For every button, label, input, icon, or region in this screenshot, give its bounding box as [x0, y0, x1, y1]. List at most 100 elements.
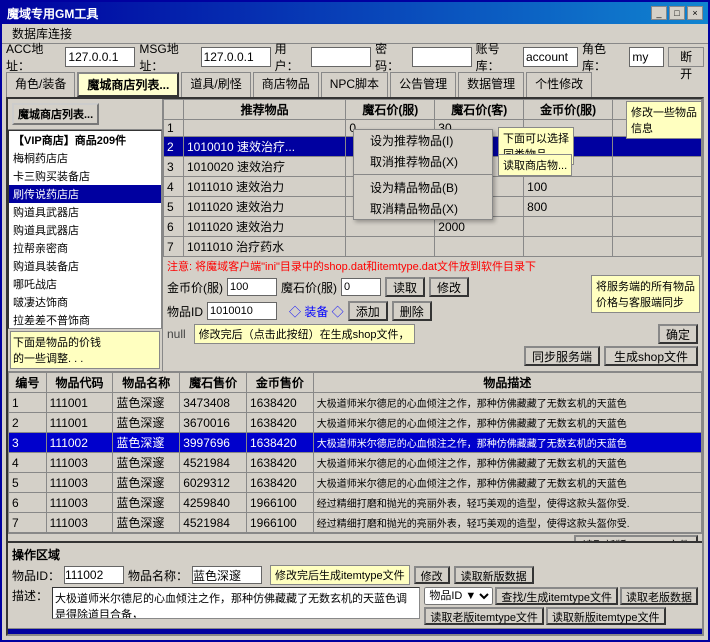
annotation-generate: 修改完后（点击此按纽）在生成shop文件， [194, 324, 415, 344]
op-row-1: 物品ID： 物品名称： 修改完后生成itemtype文件 修改 读取新版数据 [12, 565, 698, 585]
context-menu-item-4[interactable]: 取消精品物品(X) [354, 198, 492, 219]
maximize-button[interactable]: □ [669, 6, 685, 20]
table-row[interactable]: 6 111003 蓝色深邃 4259840 1966100 经过精细打磨和抛光的… [9, 493, 702, 513]
item-name-op-label: 物品名称： [128, 567, 188, 584]
list-item[interactable]: 拉帮亲密商 [9, 239, 161, 257]
read-new-data-button[interactable]: 读取新版数据 [454, 566, 534, 584]
annotation-sync: 将服务端的所有物品价格与客服端同步 [591, 275, 700, 313]
user-input[interactable] [311, 47, 371, 67]
tab-character[interactable]: 角色/装备 [6, 72, 75, 97]
confirm-button[interactable]: 确定 [658, 324, 698, 344]
list-item[interactable]: 卡三购买装备店 [9, 167, 161, 185]
magic-price-input[interactable] [341, 278, 381, 296]
list-item[interactable]: 拉差差不普饰商 [9, 311, 161, 329]
read-itemtype-row: 读取新版itemtype文件 [8, 533, 702, 541]
col-magic-c: 魔石价(客) [435, 100, 524, 120]
msg-input[interactable] [201, 47, 271, 67]
context-menu-item-1[interactable]: 设为推荐物品(I) [354, 130, 492, 151]
db-label: 账号库： [476, 40, 519, 74]
col-gold-s: 金币价(服) [524, 100, 613, 120]
table-row[interactable]: 4 111003 蓝色深邃 4521984 1638420 大极道师米尔德尼的心… [9, 453, 702, 473]
acc-input[interactable] [65, 47, 135, 67]
pwd-input[interactable] [412, 47, 472, 67]
context-menu-separator [354, 174, 492, 175]
item-id-select[interactable]: 物品ID ▼ [424, 587, 493, 605]
list-item[interactable]: 啵凄达饰商 [9, 293, 161, 311]
desc-text: 大极道师米尔德尼的心血倾注之作，那种仿佛藏藏了无数玄机的天蓝色调是得除道目合备， [52, 587, 420, 619]
shop-list-button[interactable]: 魔城商店列表... [12, 103, 99, 125]
delete-button[interactable]: 删除 [392, 301, 432, 321]
item-name-op-input[interactable] [192, 566, 262, 584]
tab-items[interactable]: 道具/刷怪 [181, 72, 250, 97]
gold-price-input[interactable] [227, 278, 277, 296]
close-button[interactable]: × [687, 6, 703, 20]
role-input[interactable] [629, 47, 664, 67]
annotation-modify-items: 修改一些物品信息 [626, 101, 702, 139]
item-id-input[interactable] [207, 302, 277, 320]
list-item[interactable]: 购道具武器店 [9, 221, 161, 239]
op-buttons-col: 物品ID ▼ 查找/生成itemtype文件 读取老版数据 读取老版itemty… [424, 587, 698, 625]
minimize-button[interactable]: _ [651, 6, 667, 20]
col-num-h: 编号 [9, 373, 47, 393]
find-generate-button[interactable]: 查找/生成itemtype文件 [495, 587, 618, 605]
col-desc-h: 物品描述 [313, 373, 701, 393]
modify-button[interactable]: 修改 [429, 277, 469, 297]
col-name-h: 物品名称 [113, 373, 180, 393]
list-item[interactable]: 梅桐药店店 [9, 149, 161, 167]
item-id-op-input[interactable] [64, 566, 124, 584]
list-item[interactable]: 刷传说药店店 [9, 185, 161, 203]
generate-shop-button[interactable]: 生成shop文件 [604, 346, 698, 366]
read-button[interactable]: 读取 [385, 277, 425, 297]
tab-shop-items[interactable]: 商店物品 [253, 72, 319, 97]
role-label: 角色库： [582, 40, 625, 74]
read-new-itemtype2-button[interactable]: 读取新版itemtype文件 [546, 607, 666, 625]
tabs-row: 角色/装备 魔城商店列表... 道具/刷怪 商店物品 NPC脚本 公告管理 数据… [2, 70, 708, 97]
title-bar: 魔域专用GM工具 _ □ × [2, 2, 708, 24]
shop-list[interactable]: 【VIP商店】商品209件 梅桐药店店 卡三购买装备店 刷传说药店店 购道具武器… [8, 130, 162, 329]
table-row[interactable]: 3 111002 蓝色深邃 3997696 1638420 大极道师米尔德尼的心… [9, 433, 702, 453]
operation-label: 操作区域 [12, 546, 698, 563]
context-menu-item-2[interactable]: 取消推荐物品(X) [354, 151, 492, 172]
table-row[interactable]: 7 1011010 治疗药水 [164, 237, 702, 257]
desc-label: 描述： [12, 587, 48, 604]
annotation-read-shop: 读取商店物... [498, 154, 572, 176]
shop-list-panel: 魔城商店列表... 【VIP商店】商品209件 梅桐药店店 卡三购买装备店 刷传… [8, 99, 163, 371]
col-magic-s: 魔石价(服) [346, 100, 435, 120]
col-gold-h: 金币售价 [246, 373, 313, 393]
magic-price-label: 魔石价(服) [281, 279, 337, 296]
table-row[interactable]: 7 111003 蓝色深邃 4521984 1966100 经过精细打磨和抛光的… [9, 513, 702, 533]
tab-shop-list[interactable]: 魔城商店列表... [77, 72, 179, 97]
user-label: 用户： [275, 40, 308, 74]
disconnect-button[interactable]: 断开 [668, 47, 704, 67]
op-btn-row-1: 物品ID ▼ 查找/生成itemtype文件 读取老版数据 [424, 587, 698, 605]
list-item[interactable]: 哪吒战店 [9, 275, 161, 293]
table-row[interactable]: 2 111001 蓝色深邃 3670016 1638420 大极道师米尔德尼的心… [9, 413, 702, 433]
acc-label: ACC地址： [6, 40, 61, 74]
tab-npc[interactable]: NPC脚本 [321, 72, 388, 97]
tab-announcement[interactable]: 公告管理 [390, 72, 456, 97]
read-old-itemtype-button[interactable]: 读取老版itemtype文件 [424, 607, 544, 625]
null-row: null 修改完后（点击此按纽）在生成shop文件， 确定 [163, 323, 702, 345]
add-button[interactable]: 添加 [348, 301, 388, 321]
sync-button[interactable]: 同步服务端 [524, 346, 600, 366]
list-item[interactable]: 【VIP商店】商品209件 [9, 131, 161, 149]
context-menu-item-3[interactable]: 设为精品物品(B) [354, 177, 492, 198]
table-row[interactable]: 5 111003 蓝色深邃 6029312 1638420 大极道师米尔德尼的心… [9, 473, 702, 493]
list-item[interactable]: 购道具武器店 [9, 203, 161, 221]
context-menu: 设为推荐物品(I) 取消推荐物品(X) 设为精品物品(B) 取消精品物品(X) [353, 129, 493, 220]
db-input[interactable] [523, 47, 578, 67]
operation-area: 操作区域 物品ID： 物品名称： 修改完后生成itemtype文件 修改 读取新… [8, 541, 702, 628]
pwd-label: 密码： [375, 40, 408, 74]
col-code-h: 物品代码 [46, 373, 113, 393]
op-modify-button[interactable]: 修改 [414, 566, 450, 584]
table-row[interactable]: 1 111001 蓝色深邃 3473408 1638420 大极道师米尔德尼的心… [9, 393, 702, 413]
warning-text: 注意: 将魔域客户端"ini"目录中的shop.dat和itemtype.dat… [167, 261, 536, 273]
null-text: null [167, 327, 186, 341]
col-magic-h: 魔石售价 [180, 373, 247, 393]
read-old-data-button[interactable]: 读取老版数据 [620, 587, 698, 605]
list-item[interactable]: 购道具装备店 [9, 257, 161, 275]
op-row-2: 描述： 大极道师米尔德尼的心血倾注之作，那种仿佛藏藏了无数玄机的天蓝色调是得除道… [12, 587, 698, 625]
tab-data[interactable]: 数据管理 [458, 72, 524, 97]
tab-personal[interactable]: 个性修改 [526, 72, 592, 97]
form-section: 金币价(服) 魔石价(服) 读取 修改 将服务端的所有物品价格与客服端同步 [163, 275, 702, 299]
